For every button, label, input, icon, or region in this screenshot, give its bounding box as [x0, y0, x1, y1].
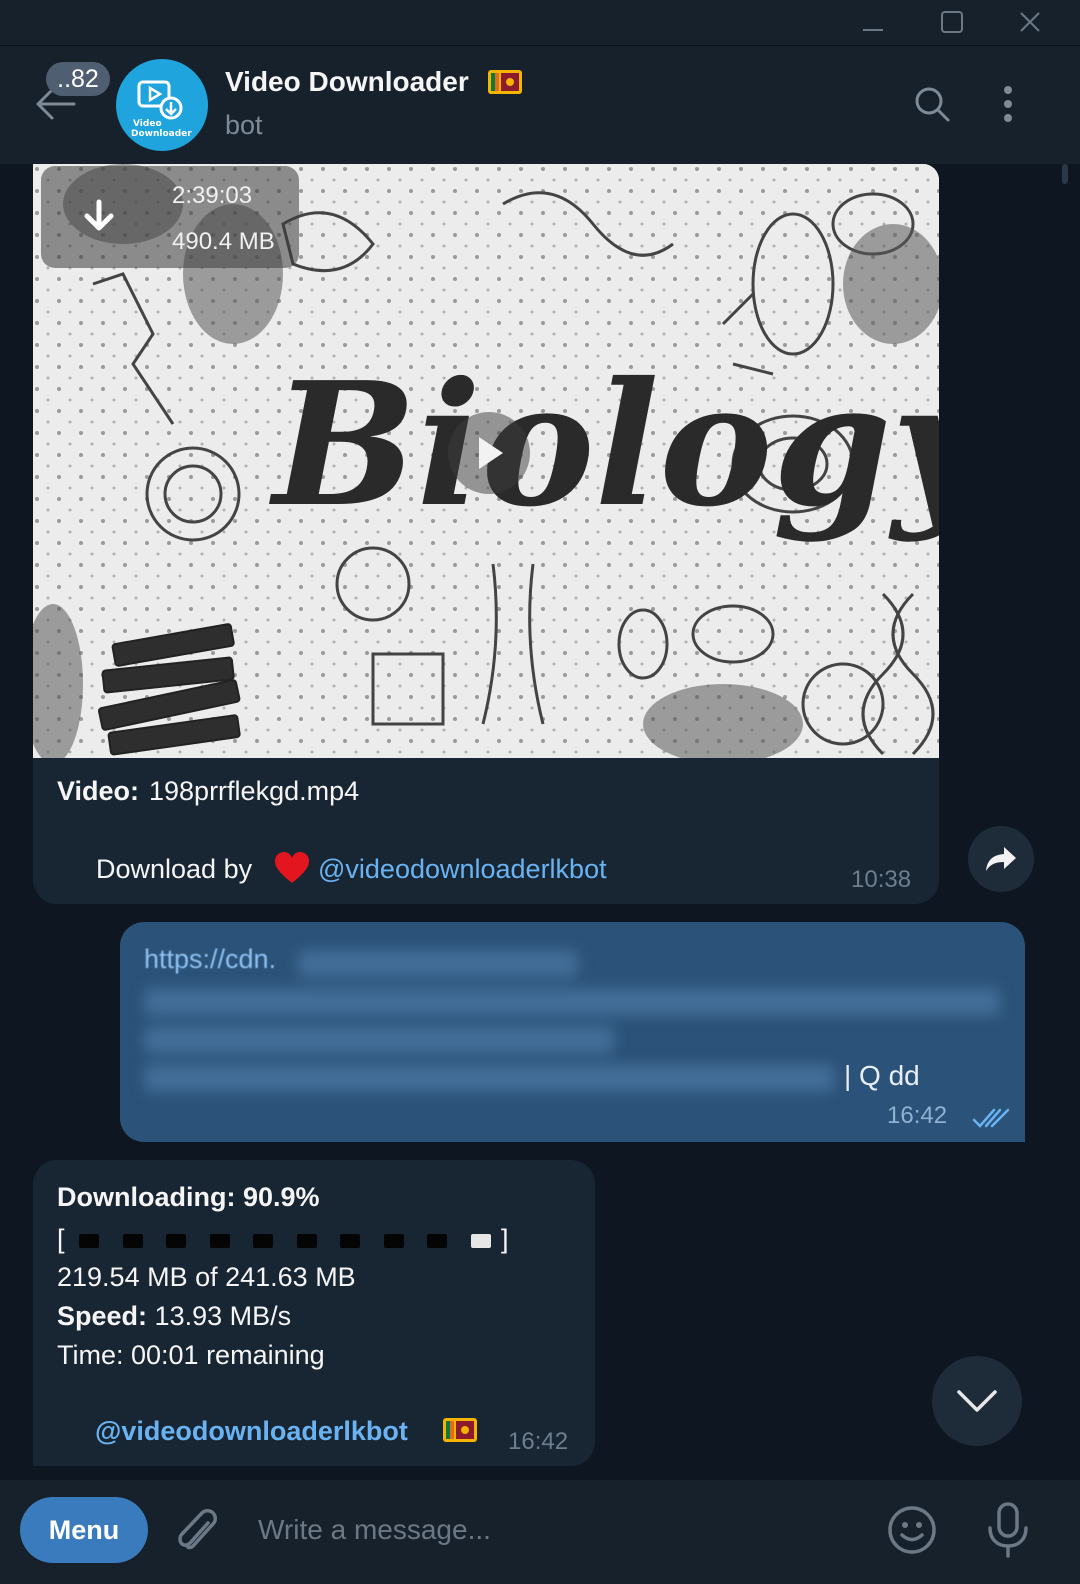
unread-count-badge[interactable]: ..82 — [46, 62, 110, 96]
video-info-overlay: 2:39:03 490.4 MB — [41, 166, 299, 268]
download-by-text: Download by — [96, 854, 253, 884]
progress-block-filled — [340, 1234, 360, 1248]
share-forward-icon[interactable] — [968, 826, 1034, 892]
video-duration: 2:39:03 — [172, 182, 253, 209]
window-title-bar — [0, 0, 1080, 46]
progress-block-filled — [122, 1234, 143, 1248]
more-options-icon[interactable] — [986, 82, 1030, 126]
scrollbar-thumb[interactable] — [1062, 164, 1068, 184]
bracket-close: ] — [501, 1224, 509, 1254]
download-arrow-icon[interactable] — [71, 190, 127, 246]
sri-lanka-flag-icon — [488, 70, 522, 94]
chat-header: ..82 Video Downloader Video Downloader b… — [0, 46, 1080, 164]
video-thumbnail[interactable]: Biology 2:39:03 490.4 MB — [33, 164, 939, 758]
status-label: Downloading: — [57, 1182, 236, 1212]
progress-block-filled — [166, 1234, 186, 1248]
progress-block-filled — [253, 1234, 273, 1248]
message-time: 16:42 — [887, 1102, 948, 1129]
progress-block-filled — [79, 1234, 99, 1248]
svg-text:Video: Video — [133, 119, 162, 129]
download-time-remaining: Time: 00:01 remaining — [57, 1340, 325, 1370]
blurred-link[interactable]: https://cdn. — [144, 944, 276, 975]
speed-label: Speed: — [57, 1301, 148, 1331]
caption-label: Video: — [57, 776, 140, 806]
text-progress-bar: [ ] — [57, 1224, 517, 1258]
paperclip-icon[interactable] — [172, 1505, 222, 1559]
download-status: Downloading: 90.9% — [57, 1182, 320, 1213]
message-time: 16:42 — [508, 1428, 569, 1455]
video-size: 490.4 MB — [172, 228, 275, 255]
progress-block-filled — [209, 1234, 230, 1248]
message-text-tail: | Q dd — [844, 1060, 920, 1091]
message-input[interactable] — [244, 1500, 864, 1560]
thumbnail-title: Biology — [269, 345, 939, 545]
play-icon[interactable] — [448, 412, 530, 494]
message-time: 10:38 — [851, 866, 912, 893]
chat-subtitle: bot — [225, 110, 263, 140]
video-message-bubble[interactable]: Biology 2:39:03 490.4 MB Video: 198prrfl… — [33, 164, 939, 904]
red-heart-icon — [275, 852, 309, 883]
bot-mention-link[interactable]: @videodownloaderlkbot — [95, 1416, 408, 1447]
download-speed: Speed: 13.93 MB/s — [57, 1301, 291, 1332]
blurred-text — [144, 988, 1000, 1016]
speed-value: 13.93 MB/s — [154, 1301, 292, 1331]
download-bytes: 219.54 MB of 241.63 MB — [57, 1262, 356, 1292]
progress-block-filled — [427, 1234, 447, 1248]
blurred-text — [298, 950, 578, 978]
bot-menu-button[interactable]: Menu — [20, 1497, 148, 1563]
progress-block-empty — [470, 1234, 491, 1248]
bracket-open: [ — [57, 1224, 65, 1254]
close-icon[interactable] — [1010, 4, 1050, 40]
blurred-text — [144, 1064, 834, 1092]
maximize-icon[interactable] — [932, 4, 972, 40]
message-list[interactable]: Biology 2:39:03 490.4 MB Video: 198prrfl… — [0, 164, 1080, 1480]
emoji-icon[interactable] — [886, 1504, 938, 1556]
svg-text:Downloader: Downloader — [131, 129, 192, 139]
scroll-down-icon[interactable] — [932, 1356, 1022, 1446]
composer-bar: Menu — [0, 1480, 1080, 1584]
video-filename: 198prrflekgd.mp4 — [149, 776, 360, 806]
bot-mention-link[interactable]: @videodownloaderlkbot — [318, 854, 607, 885]
video-download-logo-icon: Video Downloader — [131, 80, 192, 139]
blurred-text — [144, 1026, 614, 1054]
status-percent: 90.9% — [242, 1182, 320, 1212]
progress-block-filled — [383, 1234, 404, 1248]
download-progress-message[interactable]: Downloading: 90.9% [ ] 219.54 MB of 241.… — [33, 1160, 595, 1466]
progress-block-filled — [296, 1234, 317, 1248]
chat-title[interactable]: Video Downloader — [225, 66, 469, 98]
search-icon[interactable] — [910, 82, 954, 126]
bot-avatar[interactable]: Video Downloader — [116, 59, 208, 151]
double-check-icon — [972, 1108, 1010, 1128]
sri-lanka-flag-icon — [443, 1418, 477, 1442]
microphone-icon[interactable] — [984, 1500, 1032, 1560]
minimize-icon[interactable] — [853, 4, 893, 40]
outgoing-message-bubble[interactable]: https://cdn. | Q dd 16:42 — [120, 922, 1025, 1142]
